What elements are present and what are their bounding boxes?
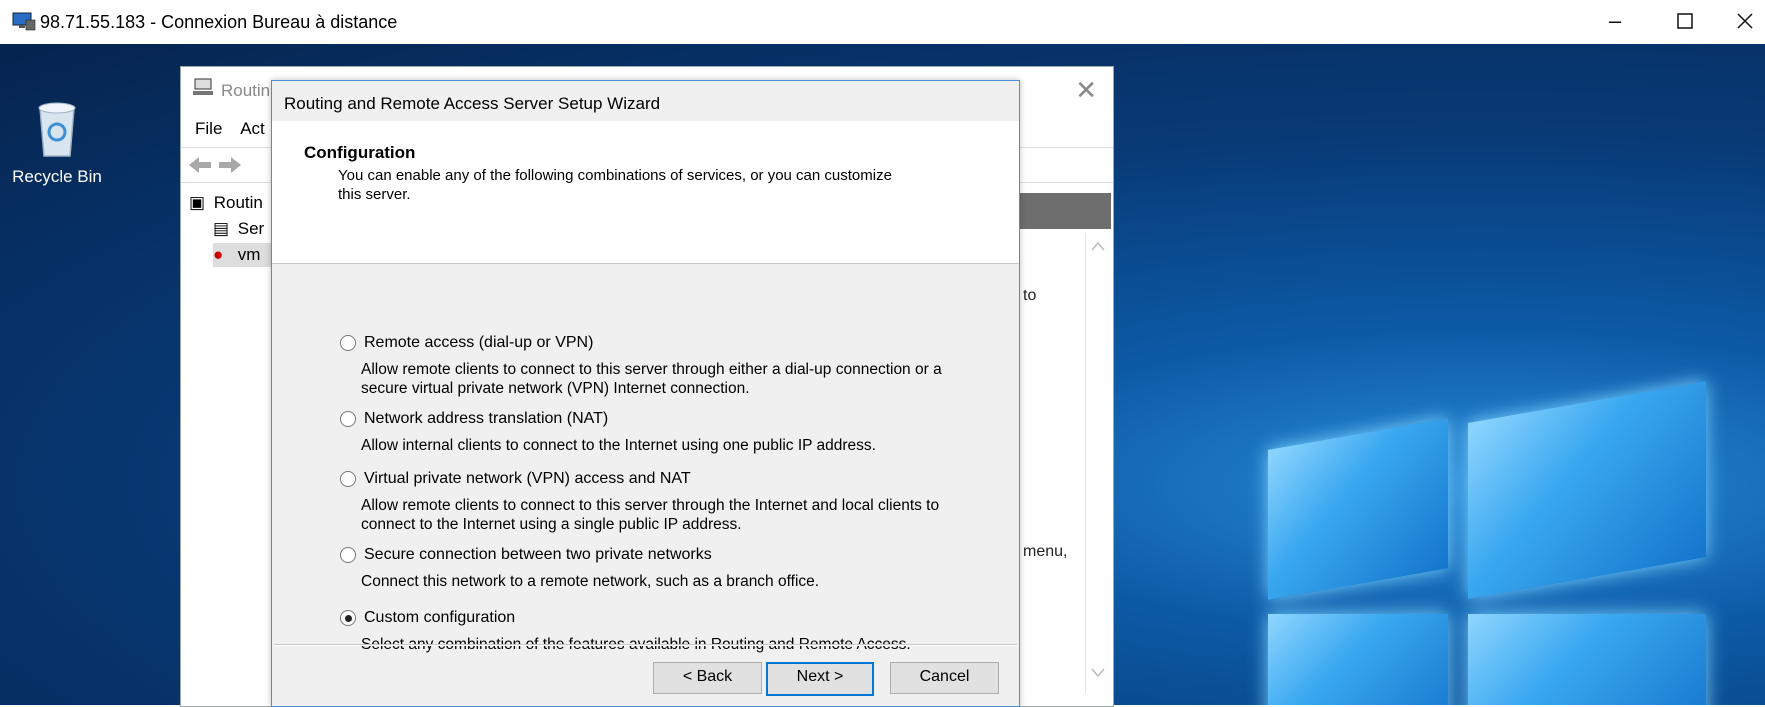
close-button[interactable] <box>1725 6 1765 36</box>
menu-action[interactable]: Act <box>240 119 265 138</box>
chevron-up-icon[interactable] <box>1091 241 1105 251</box>
tree-item-label: Routin <box>213 193 263 212</box>
cancel-button[interactable]: Cancel <box>890 662 999 694</box>
wizard-options: Remote access (dial-up or VPN) Allow rem… <box>272 264 1019 653</box>
option-secure-connection: Secure connection between two private ne… <box>340 546 990 591</box>
windows-logo-pane <box>1468 614 1706 705</box>
recycle-bin-label: Recycle Bin <box>12 167 102 186</box>
server-status-icon: ● <box>213 245 224 264</box>
details-text: to <box>1023 287 1037 304</box>
option-nat: Network address translation (NAT) Allow … <box>340 410 990 455</box>
option-label[interactable]: Network address translation (NAT) <box>364 410 608 428</box>
wizard-header: Configuration You can enable any of the … <box>272 121 1019 264</box>
minimize-button[interactable]: – <box>1595 6 1635 36</box>
tree-item-label: Ser <box>237 219 265 238</box>
option-description: Allow remote clients to connect to this … <box>361 497 940 533</box>
option-vpn-and-nat: Virtual private network (VPN) access and… <box>340 470 990 534</box>
radio-custom-configuration[interactable] <box>340 610 356 626</box>
option-remote-access: Remote access (dial-up or VPN) Allow rem… <box>340 334 990 398</box>
option-custom-configuration: Custom configuration Select any combinat… <box>340 609 990 654</box>
radio-nat[interactable] <box>340 411 356 427</box>
radio-secure-connection[interactable] <box>340 547 356 563</box>
wizard-page-title: Configuration <box>304 143 416 162</box>
tree-item-label: vm <box>237 245 261 264</box>
details-header <box>1019 193 1111 229</box>
windows-logo-pane <box>1268 614 1448 705</box>
tree-item-routing[interactable]: ▣ Routin <box>189 191 263 215</box>
maximize-icon <box>1677 13 1693 29</box>
tree-item-server[interactable]: ▤ Ser <box>213 217 264 241</box>
windows-logo-pane <box>1268 418 1448 600</box>
radio-selected-dot <box>344 614 352 622</box>
close-icon <box>1737 13 1753 29</box>
console-close-icon[interactable]: ✕ <box>1075 75 1097 106</box>
routing-server-icon <box>193 78 213 95</box>
wizard-separator <box>274 644 1017 646</box>
console-menu: File Act <box>195 119 279 139</box>
rdp-title: 98.71.55.183 - Connexion Bureau à distan… <box>40 12 398 32</box>
radio-vpn-and-nat[interactable] <box>340 471 356 487</box>
option-description: Connect this network to a remote network… <box>361 573 820 590</box>
option-label[interactable]: Virtual private network (VPN) access and… <box>364 470 691 488</box>
maximize-button[interactable] <box>1665 6 1705 36</box>
option-label[interactable]: Secure connection between two private ne… <box>364 546 712 564</box>
wizard-page-subtitle: You can enable any of the following comb… <box>338 167 892 203</box>
forward-arrow-icon[interactable] <box>217 154 243 176</box>
details-scrollbar[interactable] <box>1085 233 1110 693</box>
radio-remote-access[interactable] <box>340 335 356 351</box>
details-text: menu, <box>1023 543 1068 560</box>
back-arrow-icon[interactable] <box>187 154 213 176</box>
option-label[interactable]: Custom configuration <box>364 609 515 627</box>
database-icon: ▤ <box>213 219 230 238</box>
server-icon: ▣ <box>189 193 206 212</box>
back-button[interactable]: < Back <box>653 662 762 694</box>
option-label[interactable]: Remote access (dial-up or VPN) <box>364 334 593 352</box>
chevron-down-icon[interactable] <box>1091 668 1105 678</box>
recycle-bin-icon <box>38 102 76 157</box>
menu-file[interactable]: File <box>195 119 222 138</box>
option-description: Allow remote clients to connect to this … <box>361 361 942 397</box>
next-button[interactable]: Next > <box>766 662 874 696</box>
setup-wizard-dialog: Routing and Remote Access Server Setup W… <box>271 80 1020 707</box>
rdp-title-bar: 98.71.55.183 - Connexion Bureau à distan… <box>0 0 1765 44</box>
windows-logo-pane <box>1468 381 1706 599</box>
option-description: Allow internal clients to connect to the… <box>361 437 876 454</box>
wizard-title: Routing and Remote Access Server Setup W… <box>284 94 661 113</box>
recycle-bin[interactable]: Recycle Bin <box>10 98 104 187</box>
console-title: Routin <box>221 81 271 100</box>
remote-desktop-icon <box>12 12 36 31</box>
